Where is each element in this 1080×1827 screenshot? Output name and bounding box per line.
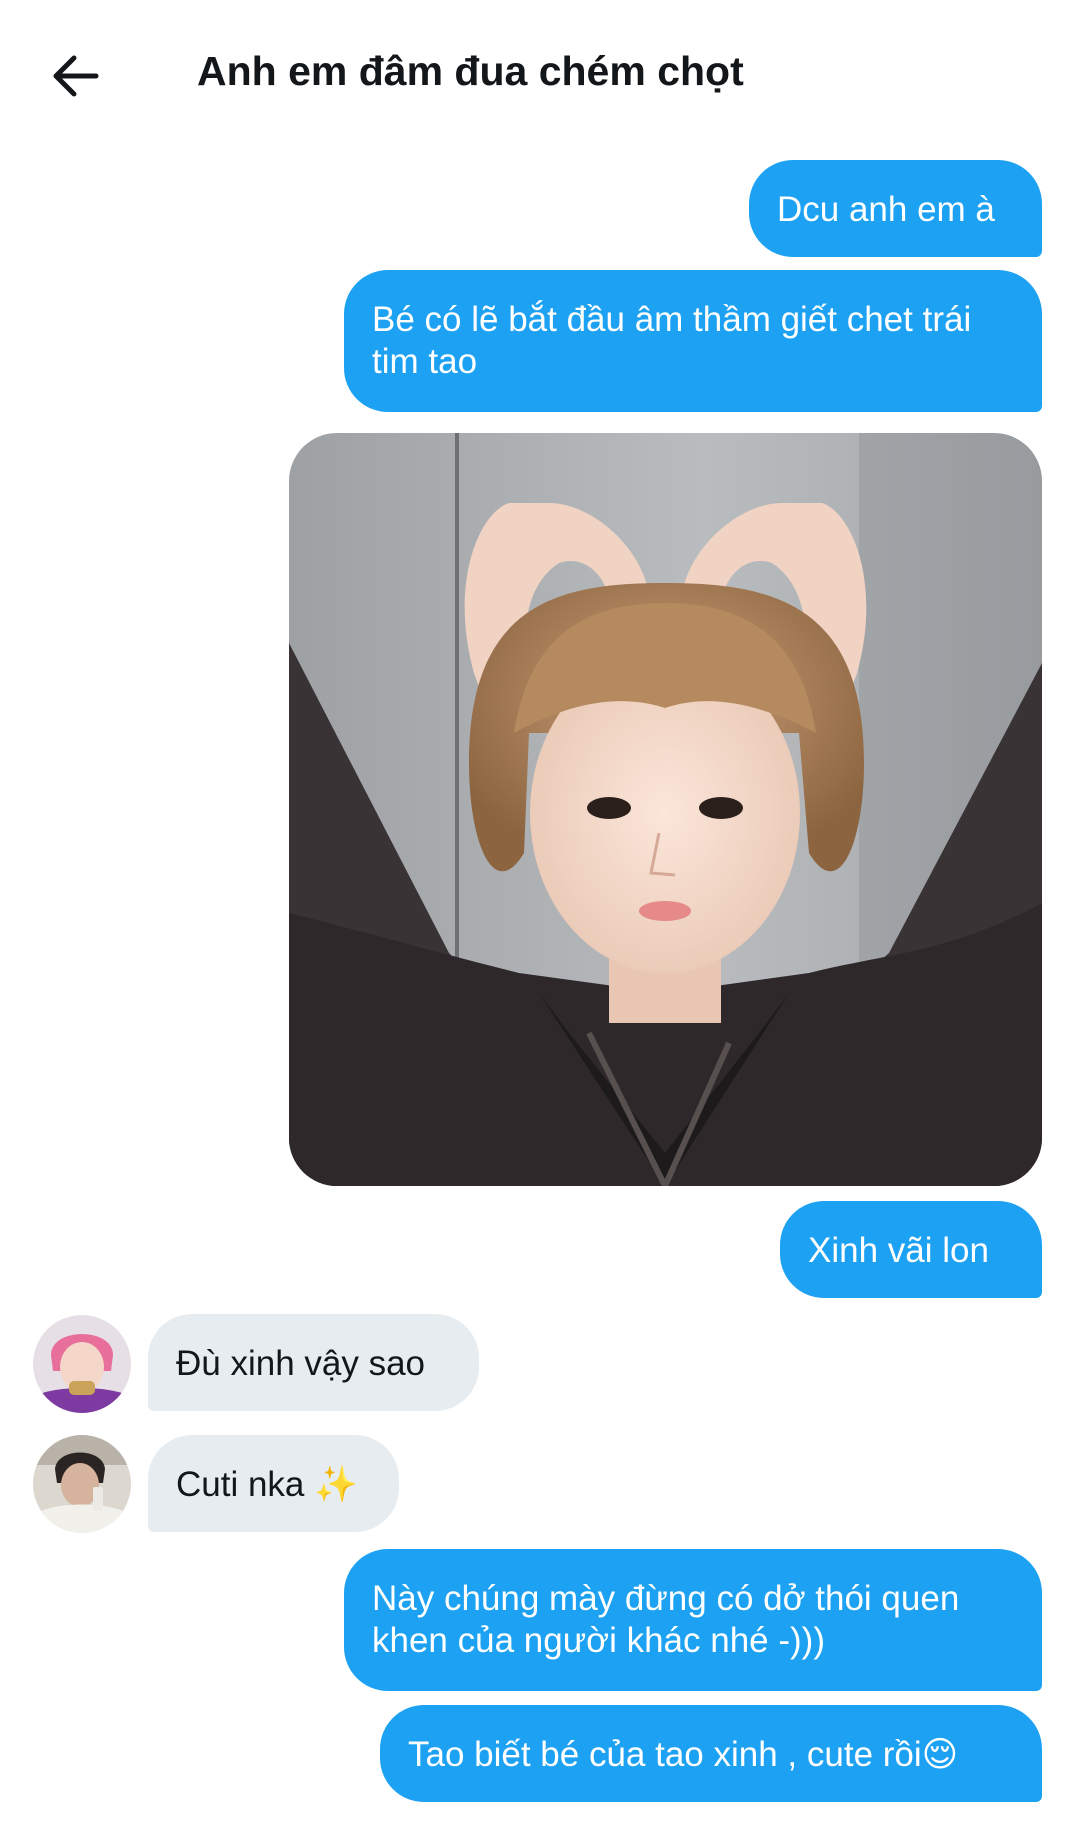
conversation-header: Anh em đâm đua chém chọt xyxy=(0,0,1080,150)
avatar-pink-hair[interactable] xyxy=(33,1315,131,1413)
message-text: Bé có lẽ bắt đầu âm thầm giết chet trái … xyxy=(372,300,972,381)
message-bubble-outgoing[interactable]: Này chúng mày đừng có dở thói quen khen … xyxy=(344,1549,1042,1691)
message-bubble-outgoing[interactable]: Tao biết bé của tao xinh , cute rồi😌 xyxy=(380,1705,1042,1802)
message-bubble-outgoing[interactable]: Bé có lẽ bắt đầu âm thầm giết chet trái … xyxy=(344,270,1042,412)
message-text: Tao biết bé của tao xinh , cute rồi😌 xyxy=(408,1735,959,1774)
conversation-title: Anh em đâm đua chém chọt xyxy=(197,48,744,94)
message-image[interactable] xyxy=(289,433,1042,1186)
avatar-image xyxy=(33,1435,131,1533)
avatar-image xyxy=(33,1315,131,1413)
arrow-left-icon xyxy=(53,55,99,97)
back-button[interactable] xyxy=(44,44,108,108)
avatar-glasses[interactable] xyxy=(33,1435,131,1533)
message-text: Đù xinh vậy sao xyxy=(176,1344,426,1383)
message-text: Dcu anh em à xyxy=(777,190,995,229)
message-text: Xinh vãi lon xyxy=(808,1231,989,1270)
message-bubble-outgoing[interactable]: Xinh vãi lon xyxy=(780,1201,1042,1298)
message-text: Cuti nka ✨ xyxy=(176,1465,358,1504)
message-bubble-outgoing[interactable]: Dcu anh em à xyxy=(749,160,1042,257)
photo-heart-hands xyxy=(289,433,1042,1186)
message-bubble-incoming[interactable]: Đù xinh vậy sao xyxy=(148,1314,479,1411)
message-bubble-incoming[interactable]: Cuti nka ✨ xyxy=(148,1435,399,1532)
message-text: Này chúng mày đừng có dở thói quen khen … xyxy=(372,1579,960,1660)
